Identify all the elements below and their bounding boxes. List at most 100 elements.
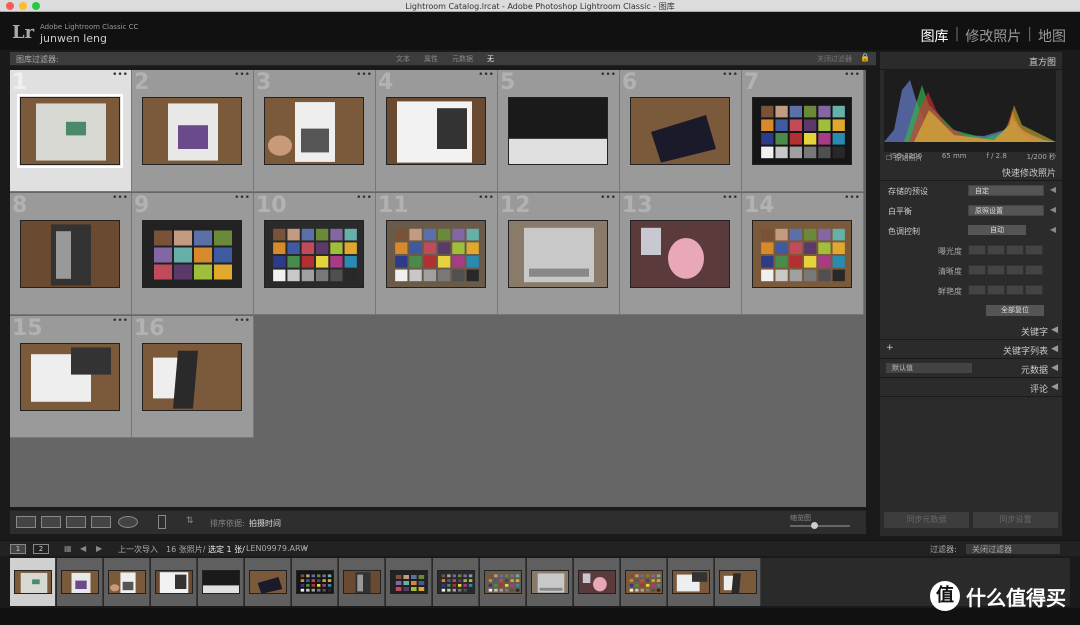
people-view-icon[interactable] [118,516,138,528]
filmstrip-cell[interactable] [715,558,761,606]
thumbnail-size-slider[interactable] [790,522,850,529]
badge-menu-icon[interactable]: ••• [112,193,128,203]
filmstrip-cell[interactable] [198,558,244,606]
grid-cell[interactable]: 8 ••• [10,193,132,315]
module-library[interactable]: 图库 [921,26,949,46]
grid-icon[interactable]: ▦ [64,544,72,553]
filmstrip-thumbnail[interactable] [202,570,240,594]
filter-none[interactable]: 无 [481,53,500,65]
painter-icon[interactable] [158,515,166,529]
keyword-list-header[interactable]: + 关键字列表 ◀ [880,340,1062,359]
filmstrip-cell[interactable] [386,558,432,606]
photo-thumbnail[interactable] [752,97,852,165]
filmstrip-cell[interactable] [527,558,573,606]
badge-menu-icon[interactable]: ••• [356,70,372,80]
badge-menu-icon[interactable]: ••• [722,193,738,203]
grid-cell[interactable]: 2 ••• [132,70,254,192]
filter-metadata[interactable]: 元数据 [446,53,479,65]
photo-thumbnail[interactable] [508,220,608,288]
filmstrip-thumbnail[interactable] [155,570,193,594]
photo-thumbnail[interactable] [264,97,364,165]
quick-develop-header[interactable]: 快速修改照片 [880,163,1062,181]
photo-thumbnail[interactable] [508,97,608,165]
sync-metadata-button[interactable]: 同步元数据 [884,512,969,528]
badge-menu-icon[interactable]: ••• [722,70,738,80]
grid-cell[interactable]: 3 ••• [254,70,376,192]
triangle-icon[interactable]: ◀ [1050,225,1056,234]
sort-value[interactable]: 拍摄时间 [249,518,281,529]
plus-icon[interactable]: + [886,343,894,353]
grid-cell[interactable]: 4 ••• [376,70,498,192]
badge-menu-icon[interactable]: ••• [844,193,860,203]
filmstrip-thumbnail[interactable] [390,570,428,594]
exposure-buttons[interactable] [968,245,1043,255]
filmstrip-cell[interactable] [10,558,56,606]
grid-cell[interactable]: 14 ••• [742,193,864,315]
sort-direction-icon[interactable]: ⇅ [186,516,194,526]
grid-cell[interactable]: 11 ••• [376,193,498,315]
filmstrip-thumbnail[interactable] [14,570,52,594]
filmstrip-thumbnail[interactable] [108,570,146,594]
comment-panel-header[interactable]: 评论 ◀ [880,378,1062,397]
filmstrip-cell[interactable] [151,558,197,606]
filmstrip-cell[interactable] [339,558,385,606]
grid-cell[interactable]: 7 ••• [742,70,864,192]
forward-arrow-icon[interactable]: ▶ [96,544,102,553]
filmstrip-cell[interactable] [57,558,103,606]
photo-thumbnail[interactable] [142,343,242,411]
photo-thumbnail[interactable] [20,343,120,411]
metadata-preset-select[interactable]: 默认值 [886,363,972,373]
file-name[interactable]: LEN09979.ARW [246,544,308,553]
module-develop[interactable]: 修改照片 [965,26,1021,46]
filmstrip-cell[interactable] [104,558,150,606]
filmstrip-thumbnail[interactable] [531,570,569,594]
preset-select[interactable]: 自定 [968,185,1044,196]
grid-cell[interactable]: 16 ••• [132,316,254,438]
photo-thumbnail[interactable] [630,220,730,288]
badge-menu-icon[interactable]: ••• [234,70,250,80]
filmstrip-thumbnail[interactable] [484,570,522,594]
lock-icon[interactable]: 🔒 [860,53,870,62]
photo-thumbnail[interactable] [752,220,852,288]
grid-view-icon[interactable] [16,516,36,528]
histogram-header[interactable]: 直方图 [880,52,1062,70]
badge-menu-icon[interactable]: ••• [844,70,860,80]
filmstrip-thumbnail[interactable] [343,570,381,594]
module-map[interactable]: 地图 [1038,26,1066,46]
close-filter-button[interactable]: 关闭过滤器 [817,54,852,64]
grid-cell[interactable]: 15 ••• [10,316,132,438]
photo-thumbnail[interactable] [20,220,120,288]
loupe-view-icon[interactable] [41,516,61,528]
badge-menu-icon[interactable]: ••• [600,193,616,203]
photo-thumbnail[interactable] [386,220,486,288]
filmstrip-cell[interactable] [574,558,620,606]
slider-knob[interactable] [811,522,818,529]
filmstrip-cell[interactable] [480,558,526,606]
photo-thumbnail[interactable] [17,94,123,168]
window-1-button[interactable]: 1 [10,544,26,554]
grid-cell[interactable]: 10 ••• [254,193,376,315]
photo-thumbnail[interactable] [142,220,242,288]
filmstrip-cell[interactable] [668,558,714,606]
filmstrip-thumbnail[interactable] [61,570,99,594]
badge-menu-icon[interactable]: ••• [234,316,250,326]
filter-attribute[interactable]: 属性 [418,53,444,65]
badge-menu-icon[interactable]: ••• [112,316,128,326]
filmstrip-thumbnail[interactable] [625,570,663,594]
filter-text[interactable]: 文本 [390,53,416,65]
filmstrip-cell[interactable] [292,558,338,606]
badge-menu-icon[interactable]: ••• [600,70,616,80]
metadata-panel-header[interactable]: 默认值 元数据 ◀ [880,359,1062,378]
grid-cell[interactable]: 1 ••• [10,70,132,192]
badge-menu-icon[interactable]: ••• [356,193,372,203]
triangle-icon[interactable]: ◀ [1050,205,1056,214]
filmstrip-cell[interactable] [433,558,479,606]
vibrance-buttons[interactable] [968,285,1043,295]
grid-cell[interactable]: 6 ••• [620,70,742,192]
badge-menu-icon[interactable]: ••• [478,193,494,203]
grid-cell[interactable]: 12 ••• [498,193,620,315]
filmstrip-thumbnail[interactable] [578,570,616,594]
filmstrip-filter-select[interactable]: 关闭过滤器 [966,544,1060,554]
filmstrip-thumbnail[interactable] [719,570,757,594]
photo-thumbnail[interactable] [386,97,486,165]
